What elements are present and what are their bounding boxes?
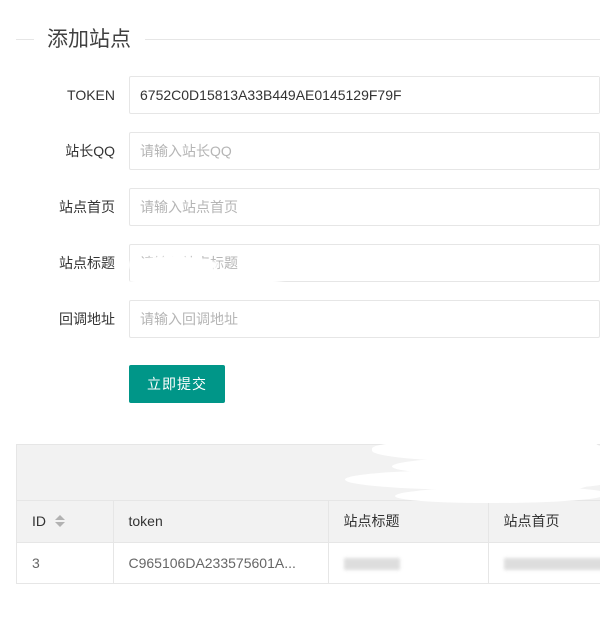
column-header-id-inner: ID [32, 513, 98, 529]
control-token [129, 76, 600, 114]
column-header-site-title-label: 站点标题 [343, 513, 400, 530]
label-homepage: 站点首页 [59, 199, 115, 215]
table-header-row: ID token 站点标题 站点首页 [17, 501, 600, 543]
redacted-site-title [343, 557, 400, 570]
label-site-title: 站点标题 [59, 255, 115, 271]
site-table: ID token 站点标题 站点首页 3 C965106DA233575601A… [16, 444, 600, 584]
legend-rule-left [16, 38, 34, 40]
cell-token: C965106DA233575601A... [113, 542, 329, 584]
submit-button[interactable]: 立即提交 [129, 365, 225, 403]
sort-asc-icon [55, 515, 65, 521]
page-title: 添加站点 [47, 27, 131, 51]
card-legend: 添加站点 [16, 22, 600, 56]
field-row-homepage: 站点首页 [16, 188, 600, 244]
add-site-form: TOKEN 站长QQ 站点首页 站点标题 [16, 76, 600, 425]
table-head: ID token 站点标题 站点首页 [17, 501, 600, 543]
field-row-token: TOKEN [16, 76, 600, 132]
column-header-token-label: token [128, 513, 163, 530]
cell-site-home [488, 542, 600, 584]
label-qq: 站长QQ [65, 143, 115, 159]
field-row-site-title: 站点标题 [16, 244, 600, 300]
table-row[interactable]: 3 C965106DA233575601A... [17, 542, 600, 584]
column-header-site-home-label: 站点首页 [503, 513, 560, 530]
table-body: 3 C965106DA233575601A... [17, 542, 600, 584]
control-callback [129, 300, 600, 338]
submit-row: 立即提交 [16, 356, 600, 425]
column-header-site-title[interactable]: 站点标题 [328, 501, 489, 543]
control-qq [129, 132, 600, 170]
column-header-token[interactable]: token [113, 501, 329, 543]
redacted-site-home [503, 557, 600, 570]
site-title-input[interactable] [129, 244, 600, 282]
label-callback: 回调地址 [59, 311, 115, 327]
table-toolbar [17, 445, 600, 501]
cell-id: 3 [17, 542, 114, 584]
control-site-title [127, 244, 600, 292]
add-site-card: 添加站点 TOKEN 站长QQ 站点首页 站点标题 [16, 22, 600, 425]
callback-input[interactable] [129, 300, 600, 338]
field-row-callback: 回调地址 [16, 300, 600, 356]
sort-desc-icon [55, 522, 65, 528]
control-homepage [129, 188, 600, 226]
field-row-qq: 站长QQ [16, 132, 600, 188]
legend-rule-right [145, 38, 600, 40]
column-header-site-home[interactable]: 站点首页 [488, 501, 600, 543]
label-token: TOKEN [67, 87, 115, 103]
column-header-id-label: ID [32, 513, 46, 530]
column-header-id[interactable]: ID [17, 501, 114, 543]
site-table-grid: ID token 站点标题 站点首页 3 C965106DA233575601A… [17, 501, 600, 584]
qq-input[interactable] [129, 132, 600, 170]
token-input[interactable] [129, 76, 600, 114]
homepage-input[interactable] [129, 188, 600, 226]
sort-toggle-icon[interactable] [55, 515, 65, 528]
cell-site-title [328, 542, 489, 584]
